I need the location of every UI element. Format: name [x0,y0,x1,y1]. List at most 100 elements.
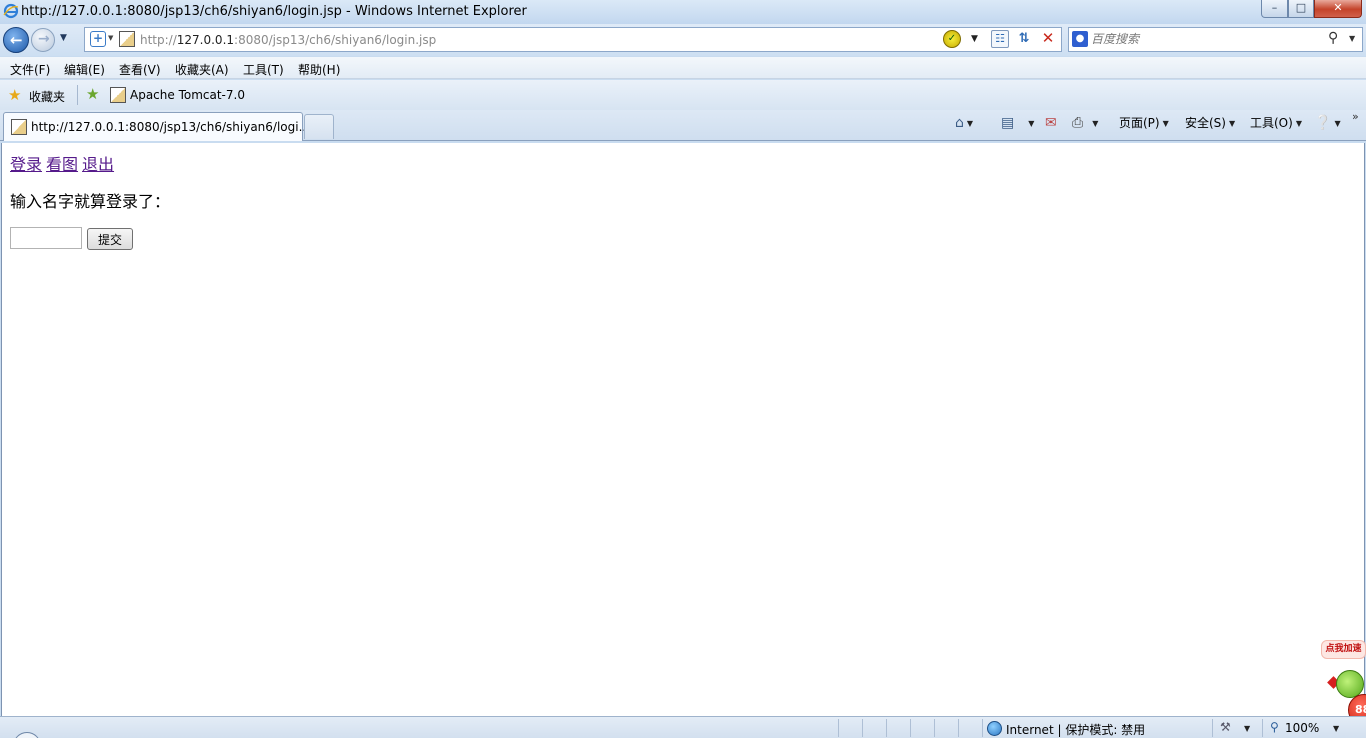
navigation-bar: ← → ▼ + ▼ http://127.0.0.1:8080/jsp13/ch… [0,24,1366,56]
security-zone-status[interactable]: Internet | 保护模式: 禁用 [1006,721,1145,738]
minimize-button[interactable]: – [1261,0,1288,18]
tools-menu-label: 工具(O) [1250,116,1293,130]
login-link[interactable]: 登录 [10,155,42,174]
divider [1212,719,1213,737]
title-bar: http://127.0.0.1:8080/jsp13/ch6/shiyan6/… [0,0,1366,24]
menu-file[interactable]: 文件(F) [10,61,50,78]
page-menu-button[interactable]: 页面(P) ▼ [1119,113,1169,133]
logout-link[interactable]: 退出 [82,155,114,174]
chevron-down-icon[interactable]: ▼ [1028,119,1034,128]
page-content: 登录 看图 退出 输入名字就算登录了： 提交 [1,143,1365,716]
favorites-star-icon[interactable]: ★ [8,86,21,104]
favorites-button[interactable]: 收藏夹 [29,88,65,105]
speedup-bubble[interactable]: 点我加速 [1321,640,1366,659]
search-options-icon[interactable]: ▼ [1349,34,1355,43]
tab-label: http://127.0.0.1:8080/jsp13/ch6/shiyan6/… [31,120,311,134]
page-nav-links: 登录 看图 退出 [10,151,118,175]
more-commands-icon[interactable]: » [1352,110,1359,123]
chevron-down-icon: ▼ [1228,118,1236,128]
tools-menu-button[interactable]: 工具(O) ▼ [1250,113,1302,133]
baidu-provider-icon[interactable]: ● [1072,31,1088,47]
forward-button[interactable]: → [31,28,55,52]
page-favicon-icon [11,119,27,135]
status-progress-icon [13,732,41,738]
page-menu-label: 页面(P) [1119,116,1160,130]
divider [77,85,78,105]
divider [886,719,887,737]
divider [862,719,863,737]
menu-favorites[interactable]: 收藏夹(A) [175,61,229,78]
print-button[interactable]: ⎙ ▼ [1072,113,1098,133]
close-button[interactable]: ✕ [1314,0,1362,18]
home-icon: ⌂ [955,115,964,131]
refresh-icon[interactable]: ⇅ [1015,30,1033,48]
help-menu-button[interactable]: ❔ ▼ [1314,113,1341,133]
protected-mode-icon[interactable]: ⚒ [1220,720,1231,734]
menu-help[interactable]: 帮助(H) [298,61,340,78]
search-input[interactable] [1091,30,1321,48]
chevron-down-icon[interactable]: ▼ [1092,119,1098,128]
address-bar[interactable]: + ▼ http://127.0.0.1:8080/jsp13/ch6/shiy… [84,27,1062,52]
chevron-down-icon[interactable]: ▼ [1244,724,1250,733]
search-icon[interactable]: ⚲ [1328,30,1338,46]
favorite-link-apache-tomcat[interactable]: Apache Tomcat-7.0 [130,88,245,102]
printer-icon: ⎙ [1072,115,1084,131]
menu-view[interactable]: 查看(V) [119,61,161,78]
read-mail-button[interactable]: ✉ [1045,113,1057,133]
home-button[interactable]: ⌂ ▼ [955,113,973,133]
divider [838,719,839,737]
zoom-dropdown-icon[interactable]: ▼ [1333,724,1339,733]
maximize-button[interactable]: □ [1288,0,1314,18]
recent-pages-dropdown-icon[interactable]: ▼ [60,33,67,43]
chevron-down-icon: ▼ [1334,118,1341,128]
submit-button[interactable]: 提交 [87,228,133,250]
back-button[interactable]: ← [3,27,29,53]
ie-logo-icon [3,3,19,19]
zoom-level[interactable]: 100% [1285,721,1319,735]
stop-icon[interactable]: ✕ [1039,29,1057,47]
divider [958,719,959,737]
address-dropdown-icon[interactable]: ▼ [971,34,978,44]
menu-edit[interactable]: 编辑(E) [64,61,105,78]
tab-active[interactable]: http://127.0.0.1:8080/jsp13/ch6/shiyan6/… [3,112,310,141]
menu-bar: 文件(F) 编辑(E) 查看(V) 收藏夹(A) 工具(T) 帮助(H) [0,57,1366,79]
chevron-down-icon[interactable]: ▼ [108,34,113,42]
accelerator-icon[interactable]: ✓ [943,30,961,48]
search-box: ● ⚲ ▼ [1068,27,1363,52]
url-rest: :8080/jsp13/ch6/shiyan6/login.jsp [234,33,437,47]
view-image-link[interactable]: 看图 [46,155,78,174]
chevron-down-icon[interactable]: ▼ [967,119,973,128]
divider [1262,719,1263,737]
safety-menu-label: 安全(S) [1185,116,1226,130]
window-title: http://127.0.0.1:8080/jsp13/ch6/shiyan6/… [21,4,527,19]
rss-feed-icon: ▤ [1001,115,1015,131]
page-favicon-icon [110,87,126,103]
url-host: 127.0.0.1 [176,33,235,47]
feeds-button[interactable]: ▤ ▼ [1001,113,1034,133]
name-input[interactable] [10,227,82,249]
menu-tools[interactable]: 工具(T) [243,61,284,78]
chevron-down-icon: ▼ [1162,118,1169,128]
speedup-widget[interactable]: 点我加速 88 [1318,638,1366,726]
safety-menu-button[interactable]: 安全(S) ▼ [1185,113,1235,133]
help-icon: ❔ [1314,115,1332,131]
new-tab-button[interactable] [304,114,334,139]
url-prefix: http:// [140,33,177,47]
chevron-down-icon: ▼ [1295,118,1302,128]
add-to-favorites-bar-icon[interactable]: ★ [86,85,99,103]
address-url[interactable]: http://127.0.0.1:8080/jsp13/ch6/shiyan6/… [140,33,436,47]
forward-arrow-icon: → [38,31,50,47]
back-arrow-icon: ← [10,31,23,49]
mail-icon: ✉ [1045,115,1057,131]
internet-zone-icon [987,721,1002,736]
divider [910,719,911,737]
status-bar: Internet | 保护模式: 禁用 ⚒ ▼ ⚲ 100% ▼ [0,716,1366,738]
zoom-icon: ⚲ [1270,720,1279,734]
login-prompt: 输入名字就算登录了： [10,192,171,211]
divider [934,719,935,737]
compat-view-icon[interactable]: + [90,31,106,47]
compatibility-view-icon[interactable]: ☷ [991,30,1009,48]
favorites-bar: ★ 收藏夹 ★ Apache Tomcat-7.0 [0,80,1366,110]
divider [982,719,983,737]
page-favicon-icon [119,31,135,47]
